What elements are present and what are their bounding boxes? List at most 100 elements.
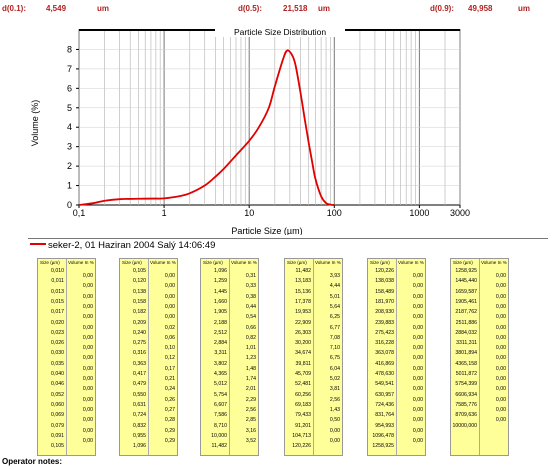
y-axis-label: Volume (%) [30,100,40,147]
size-cell: 363,078 [375,350,394,357]
table-row: 1258,925 [368,442,425,451]
size-cell: 0,955 [133,432,146,439]
size-cell: 1659,587 [455,288,477,295]
particle-size-chart: Particle Size Distribution Volume (%) Pa… [0,20,556,255]
table-row: 208,930 0,00 [368,308,425,320]
y-tick-label: 6 [67,83,72,93]
size-cell: 120,226 [292,443,311,450]
size-cell: 478,630 [375,371,394,377]
table-row: 5754,399 0,00 [451,380,508,392]
statistics-bar: d(0.1): 4,549 um d(0.5): 21,518 um d(0.9… [0,0,556,17]
size-cell: 5011,872 [455,371,477,377]
table-row: 2,188 0,66 [201,319,258,331]
table-row: 0,020 0,00 [38,319,95,331]
size-cell: 0,015 [51,298,64,305]
table-row: 0,120 0,00 [120,277,177,289]
table-row: 478,630 0,00 [368,370,425,382]
size-cell: 5754,399 [455,381,477,388]
size-cell: 954,993 [375,422,394,429]
size-cell: 0,017 [51,309,64,316]
size-cell: 1,660 [214,298,227,305]
table-row: 11,482 3,93 [285,267,342,279]
size-cell: 30,200 [295,340,311,347]
size-cell: 0,026 [51,340,64,347]
table-header: Size (µm) Volume In % [38,259,95,267]
x-tick-label: 0,1 [73,208,86,218]
x-axis-label: Particle Size (µm) [231,226,302,235]
legend-swatch [30,243,46,246]
size-cell: 239,883 [375,319,394,326]
table-header: Size (µm) Volume In % [120,259,177,267]
size-cell: 69,183 [295,401,311,408]
stat-unit: um [318,4,330,13]
table-row: 7,586 2,85 [201,411,258,423]
table-row: 3,311 1,23 [201,349,258,361]
size-cell: 0,363 [133,360,146,367]
size-cell: 17,378 [295,298,311,305]
size-cell: 0,479 [133,381,146,388]
table-row: 2,512 0,82 [201,329,258,341]
x-tick-label: 1 [162,208,167,218]
table-row: 1905,461 0,00 [451,298,508,310]
table-row: 22,909 6,77 [285,319,342,331]
table-row: 91,201 0,00 [285,422,342,434]
size-cell: 0,035 [51,360,64,367]
table-header: Size (µm) Volume In % [368,259,425,267]
table-row: 724,436 0,00 [368,401,425,413]
size-cell: 11,482 [211,443,227,450]
stat-value: 4,549 [46,4,67,13]
size-cell: 724,436 [375,401,394,408]
table-row: 1659,587 0,00 [451,288,508,300]
table-row: 0,275 0,10 [120,339,177,351]
table-row: 0,079 0,00 [38,422,95,434]
chart-grid [78,28,461,206]
size-volume-table: Size (µm) Volume In % 120,226 0,00 138,038 0,… [367,258,426,456]
table-row: 0,091 0,00 [38,432,95,444]
x-tick-label: 100 [327,208,342,218]
size-cell: 1445,440 [455,278,477,285]
size-cell: 208,930 [375,309,394,316]
y-tick-label: 2 [67,161,72,171]
size-cell: 0,052 [51,391,64,398]
size-cell: 275,423 [375,329,394,336]
table-header: Size (µm) Volume In % [451,259,508,267]
size-cell: 10000,000 [452,422,477,429]
size-cell: 831,764 [375,412,394,419]
size-cell: 104,713 [292,432,311,439]
table-row: 3,802 1,48 [201,360,258,372]
table-row: 0,631 0,27 [120,401,177,413]
size-cell: 1,259 [214,278,227,285]
size-cell: 138,038 [375,278,394,285]
size-cell: 3,311 [214,350,227,357]
size-cell: 0,079 [51,422,64,429]
table-row: 138,038 0,00 [368,277,425,289]
table-row: 2,884 1,01 [201,339,258,351]
size-cell: 4,365 [214,371,227,377]
size-cell: 120,226 [375,268,394,274]
table-row: 1,096 [120,442,177,451]
size-cell: 0,023 [51,329,64,336]
size-cell: 11,482 [295,268,311,274]
table-row: 1,905 0,54 [201,308,258,320]
size-volume-table: Size (µm) Volume In % 0,105 0,00 0,120 0,00 0,… [119,258,178,456]
size-cell: 8,710 [214,422,227,429]
table-row: 0,479 0,24 [120,380,177,392]
size-cell: 416,869 [375,360,394,367]
size-cell: 5,754 [214,391,227,398]
table-row: 2187,762 0,00 [451,308,508,320]
table-row: 630,957 0,00 [368,391,425,403]
table-row: 10000,000 [451,422,508,431]
size-cell: 15,136 [295,288,311,295]
size-cell: 0,724 [133,412,146,419]
table-row: 181,970 0,00 [368,298,425,310]
table-row: 0,417 0,21 [120,370,177,382]
table-row: 0,832 0,29 [120,422,177,434]
table-row: 19,953 6,25 [285,308,342,320]
table-row: 0,017 0,00 [38,308,95,320]
size-cell: 3311,311 [456,340,477,347]
size-volume-table: Size (µm) Volume In % 0,010 0,00 0,011 0,00 0,… [37,258,96,456]
stat-value: 49,958 [468,4,493,13]
size-cell: 5,012 [214,381,227,388]
table-row: 45,709 5,02 [285,370,342,382]
table-row: 1,259 0,33 [201,277,258,289]
